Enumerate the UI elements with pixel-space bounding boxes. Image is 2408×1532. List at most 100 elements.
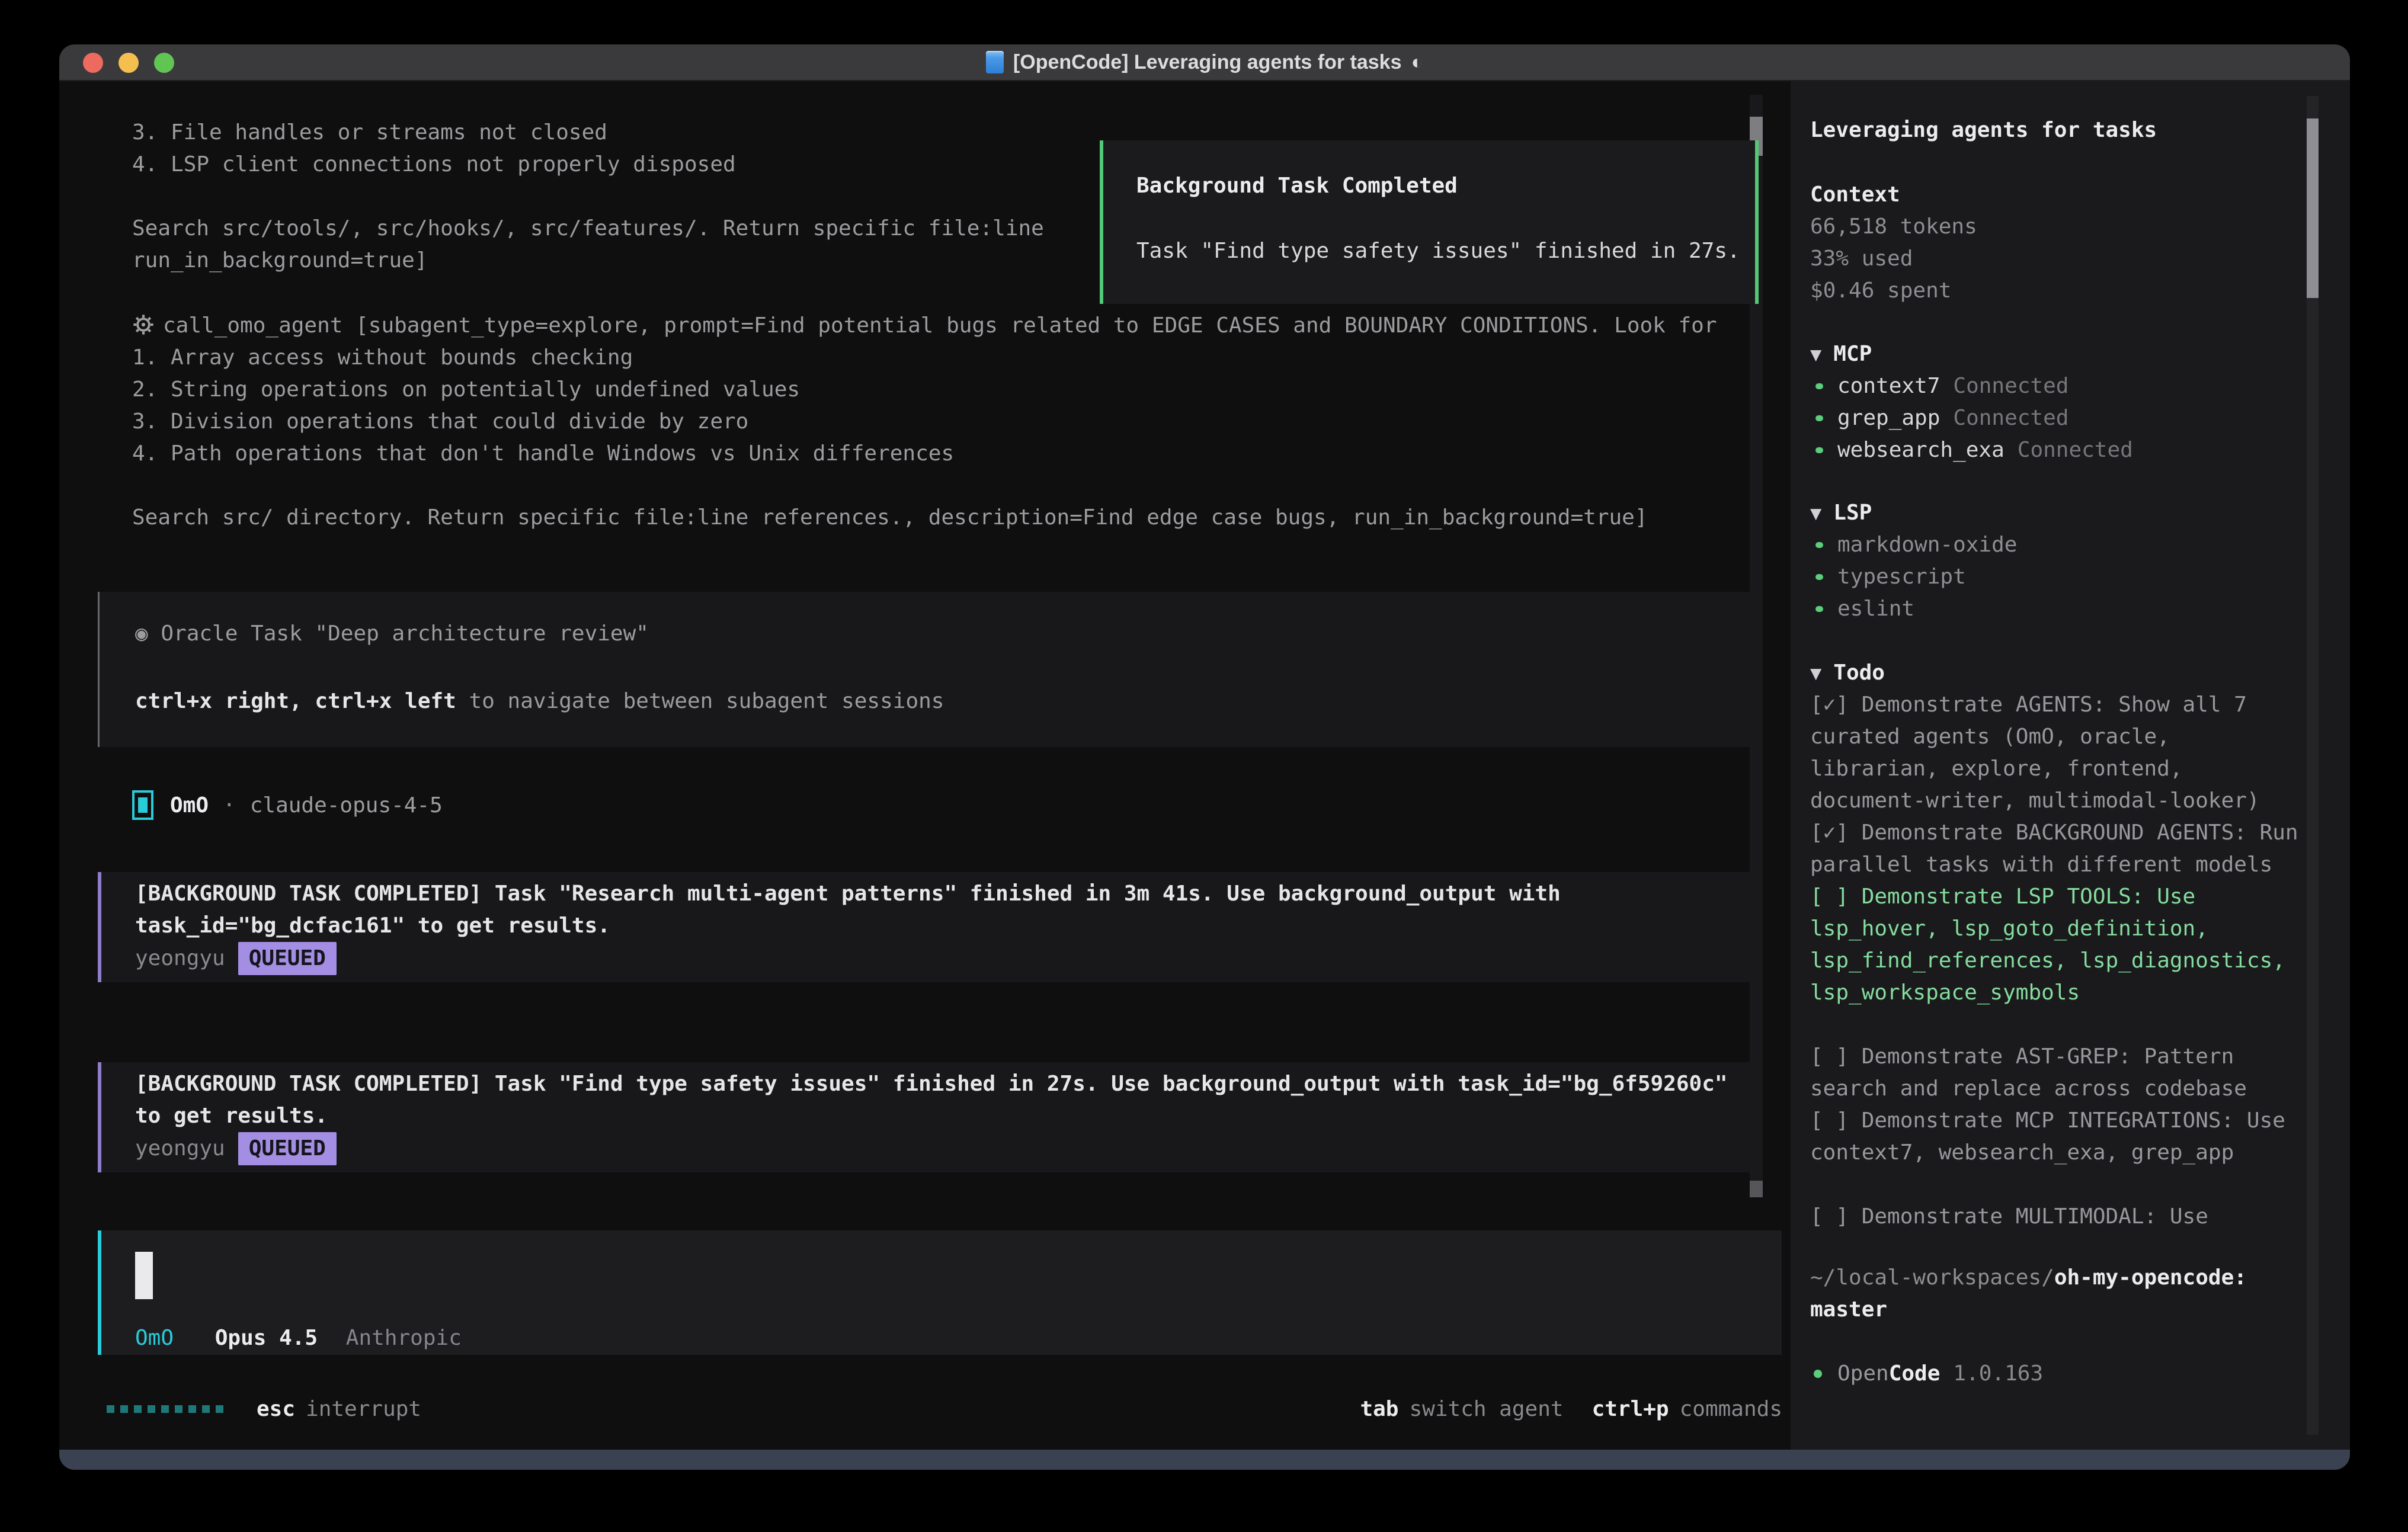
shortcut-label-commands: commands: [1680, 1397, 1782, 1421]
tool-call-line: 3. Division operations that could divide…: [132, 406, 1717, 438]
spinner-dot-icon: [134, 1405, 142, 1413]
shortcut-key-tab: tab: [1360, 1397, 1398, 1421]
spinner-dot-icon: [148, 1405, 155, 1413]
shortcut-label-interrupt: interrupt: [306, 1397, 421, 1421]
hint-text: to navigate between subagent sessions: [456, 689, 944, 713]
mcp-list: context7Connectedgrep_appConnectedwebsea…: [1810, 370, 2311, 466]
tool-call-line: Search src/ directory. Return specific f…: [132, 502, 1717, 534]
todo-item: [✓] Demonstrate AGENTS: Show all 7 curat…: [1810, 689, 2311, 817]
separator-dot: ·: [223, 793, 236, 818]
connected-dot-icon: [1815, 574, 1823, 580]
spinner-dot-icon: [216, 1405, 223, 1413]
version-number: 1.0.163: [1953, 1358, 2043, 1390]
brand-bold: Code: [1889, 1358, 1941, 1390]
message-author: yeongyu: [135, 1133, 225, 1165]
context-stat: $0.46 spent: [1810, 275, 2311, 307]
oracle-task-heading: ◉ Oracle Task "Deep architecture review": [135, 618, 1757, 650]
message-text: [BACKGROUND TASK COMPLETED] Task "Resear…: [135, 878, 1733, 942]
notification-body: Task "Find type safety issues" finished …: [1136, 235, 1755, 267]
version-row: Open Code 1.0.163: [1810, 1358, 2311, 1390]
sidebar-scrollbar[interactable]: [2307, 96, 2319, 1435]
context-heading: Context: [1810, 179, 2311, 211]
lsp-item: markdown-oxide: [1810, 529, 2311, 561]
scrollback-output: 3. File handles or streams not closed4. …: [132, 117, 1044, 277]
spinner-dot-icon: [120, 1405, 128, 1413]
gear-icon: [132, 313, 155, 336]
todo-section-header[interactable]: ▼Todo: [1810, 657, 2311, 689]
oracle-task-panel: ◉ Oracle Task "Deep architecture review"…: [98, 592, 1757, 747]
lsp-list: markdown-oxidetypescripteslint: [1810, 529, 2311, 625]
model-provider-label: Anthropic: [346, 1326, 462, 1350]
agent-header: OmO · claude-opus-4-5: [132, 786, 443, 824]
output-line: run_in_background=true]: [132, 245, 1044, 277]
model-short-label: OmO: [135, 1326, 174, 1350]
lsp-section-header[interactable]: ▼LSP: [1810, 497, 2311, 529]
spinner-dot-icon: [202, 1405, 210, 1413]
lsp-item: eslint: [1810, 593, 2311, 625]
connected-dot-icon: [1815, 415, 1823, 421]
todo-item: [ ] Demonstrate LSP TOOLS: Use lsp_hover…: [1810, 881, 2311, 1009]
shortcut-key-ctrlp: ctrl+p: [1592, 1397, 1669, 1421]
todo-item: [ ] Demonstrate AST-GREP: Pattern search…: [1810, 1041, 2311, 1105]
output-line: Search src/tools/, src/hooks/, src/featu…: [132, 213, 1044, 245]
shortcut-label-switch-agent: switch agent: [1409, 1397, 1563, 1421]
tool-call-output: call_omo_agent [subagent_type=explore, p…: [132, 310, 1717, 534]
message-block: [BACKGROUND TASK COMPLETED] Task "Resear…: [98, 872, 1757, 982]
tool-call-line: 1. Array access without bounds checking: [132, 342, 1717, 374]
output-line: 3. File handles or streams not closed: [132, 117, 1044, 149]
connected-dot-icon: [1815, 383, 1823, 389]
prompt-input[interactable]: OmO Opus 4.5 Anthropic: [98, 1230, 1782, 1355]
agent-icon: [132, 790, 153, 820]
window-title-group: [OpenCode] Leveraging agents for tasks ◐: [986, 51, 1423, 74]
message-block: [BACKGROUND TASK COMPLETED] Task "Find t…: [98, 1062, 1757, 1172]
chevron-down-icon: ▼: [1810, 662, 1821, 684]
todo-list: [✓] Demonstrate AGENTS: Show all 7 curat…: [1810, 689, 2311, 1233]
connected-dot-icon: [1815, 606, 1823, 612]
session-title: Leveraging agents for tasks: [1810, 114, 2311, 146]
loader-icon: ◐: [1411, 51, 1424, 74]
minimize-button[interactable]: [119, 53, 139, 73]
model-name-label: Opus 4.5: [215, 1326, 318, 1350]
spinner-dot-icon: [161, 1405, 169, 1413]
workspace-branch: master: [1810, 1294, 2311, 1326]
mcp-item: grep_appConnected: [1810, 402, 2311, 434]
tool-call-line: 2. String operations on potentially unde…: [132, 374, 1717, 406]
chevron-down-icon: ▼: [1810, 502, 1821, 524]
notification-title: Background Task Completed: [1136, 170, 1755, 202]
input-model-footer: OmO Opus 4.5 Anthropic: [135, 1325, 462, 1351]
tool-call-line: [132, 470, 1717, 502]
agent-name: OmO: [170, 793, 209, 818]
agent-model: claude-opus-4-5: [250, 793, 443, 818]
connected-dot-icon: [1815, 447, 1823, 453]
main-scrollbar-indicator: [1750, 1181, 1763, 1197]
chevron-down-icon: ▼: [1810, 343, 1821, 366]
app-window: [OpenCode] Leveraging agents for tasks ◐…: [59, 44, 2350, 1470]
sidebar-scrollbar-thumb[interactable]: [2307, 118, 2319, 298]
todo-item: [✓] Demonstrate BACKGROUND AGENTS: Run p…: [1810, 817, 2311, 881]
status-dot-icon: [1814, 1370, 1822, 1378]
mcp-section-header[interactable]: ▼MCP: [1810, 338, 2311, 370]
shortcut-pair: tab switch agent: [1360, 1397, 1563, 1421]
todo-item: [ ] Demonstrate MCP INTEGRATIONS: Use co…: [1810, 1105, 2311, 1169]
mcp-item: websearch_exaConnected: [1810, 434, 2311, 466]
title-bar: [OpenCode] Leveraging agents for tasks ◐: [59, 44, 2350, 81]
text-cursor: [135, 1252, 153, 1299]
context-stat: 66,518 tokens: [1810, 211, 2311, 243]
tool-call-line: call_omo_agent [subagent_type=explore, p…: [132, 310, 1717, 342]
output-line: [132, 181, 1044, 213]
status-badge: QUEUED: [238, 1132, 337, 1165]
sidebar: Leveraging agents for tasks Context 66,5…: [1791, 81, 2350, 1450]
close-button[interactable]: [83, 53, 103, 73]
status-badge: QUEUED: [238, 942, 337, 975]
subagent-navigation-hint: ctrl+x right, ctrl+x left to navigate be…: [135, 685, 1757, 717]
mcp-item: context7Connected: [1810, 370, 2311, 402]
context-stat: 33% used: [1810, 243, 2311, 275]
shortcut-pair: ctrl+p commands: [1592, 1397, 1782, 1421]
hint-keys: ctrl+x right, ctrl+x left: [135, 689, 456, 713]
zoom-button[interactable]: [154, 53, 174, 73]
spinner-dot-icon: [188, 1405, 196, 1413]
lsp-item: typescript: [1810, 561, 2311, 593]
window-bottom-bar: [59, 1450, 2350, 1470]
traffic-lights: [83, 53, 174, 73]
context-stats: 66,518 tokens33% used$0.46 spent: [1810, 211, 2311, 307]
